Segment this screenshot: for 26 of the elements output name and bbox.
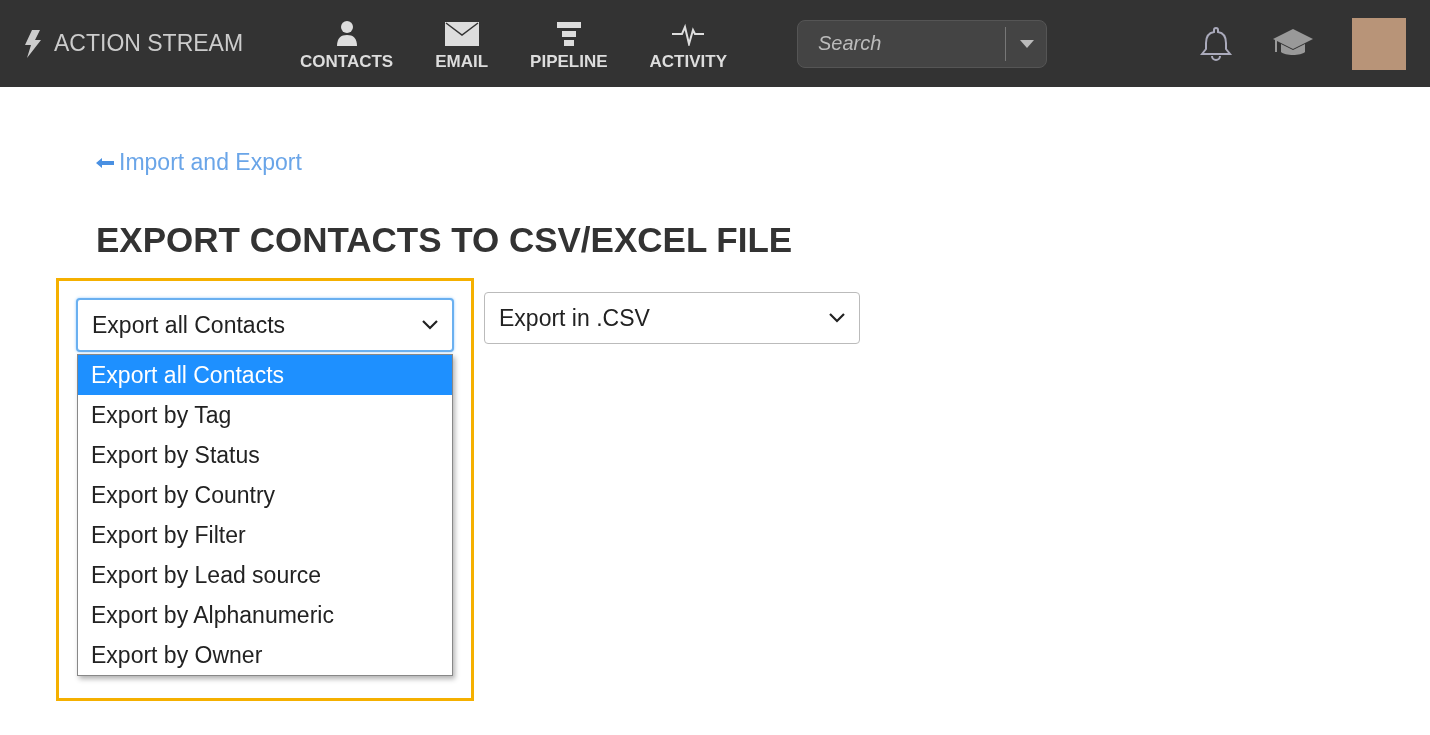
nav-link[interactable]: CONTACTS — [286, 15, 408, 72]
dropdown-option[interactable]: Export by Country — [78, 475, 452, 515]
lightning-icon — [24, 29, 42, 58]
contact-type-select[interactable]: Export all Contacts — [76, 298, 454, 352]
dropdown-option[interactable]: Export by Alphanumeric — [78, 595, 452, 635]
page-title: EXPORT CONTACTS TO CSV/EXCEL FILE — [96, 220, 794, 260]
nav-link[interactable]: ACTIVITY — [635, 15, 741, 72]
dropdown-option[interactable]: Export by Filter — [78, 515, 452, 555]
file-format-select[interactable]: Export in .CSV — [484, 292, 860, 344]
dropdown-option[interactable]: Export by Lead source — [78, 555, 452, 595]
dropdown-option[interactable]: Export by Status — [78, 435, 452, 475]
envelope-icon — [444, 21, 479, 46]
person-icon — [335, 19, 358, 46]
chevron-down-icon — [829, 313, 845, 323]
chevron-down-icon — [422, 320, 438, 330]
search-field[interactable]: Search — [816, 31, 991, 56]
left-arrow-icon — [96, 157, 114, 168]
brand-name: ACTION STREAM — [54, 30, 244, 57]
nav-link[interactable]: PIPELINE — [516, 15, 622, 72]
nav-link[interactable]: EMAIL — [421, 15, 503, 72]
search-bar[interactable]: Search — [797, 19, 1047, 68]
dropdown-option[interactable]: Export by Tag — [78, 395, 452, 435]
funnel-icon — [556, 21, 581, 46]
notification-bell-icon[interactable] — [1200, 26, 1234, 61]
caret-icon — [1020, 39, 1034, 48]
dropdown-option[interactable]: Export by Owner — [78, 635, 452, 675]
